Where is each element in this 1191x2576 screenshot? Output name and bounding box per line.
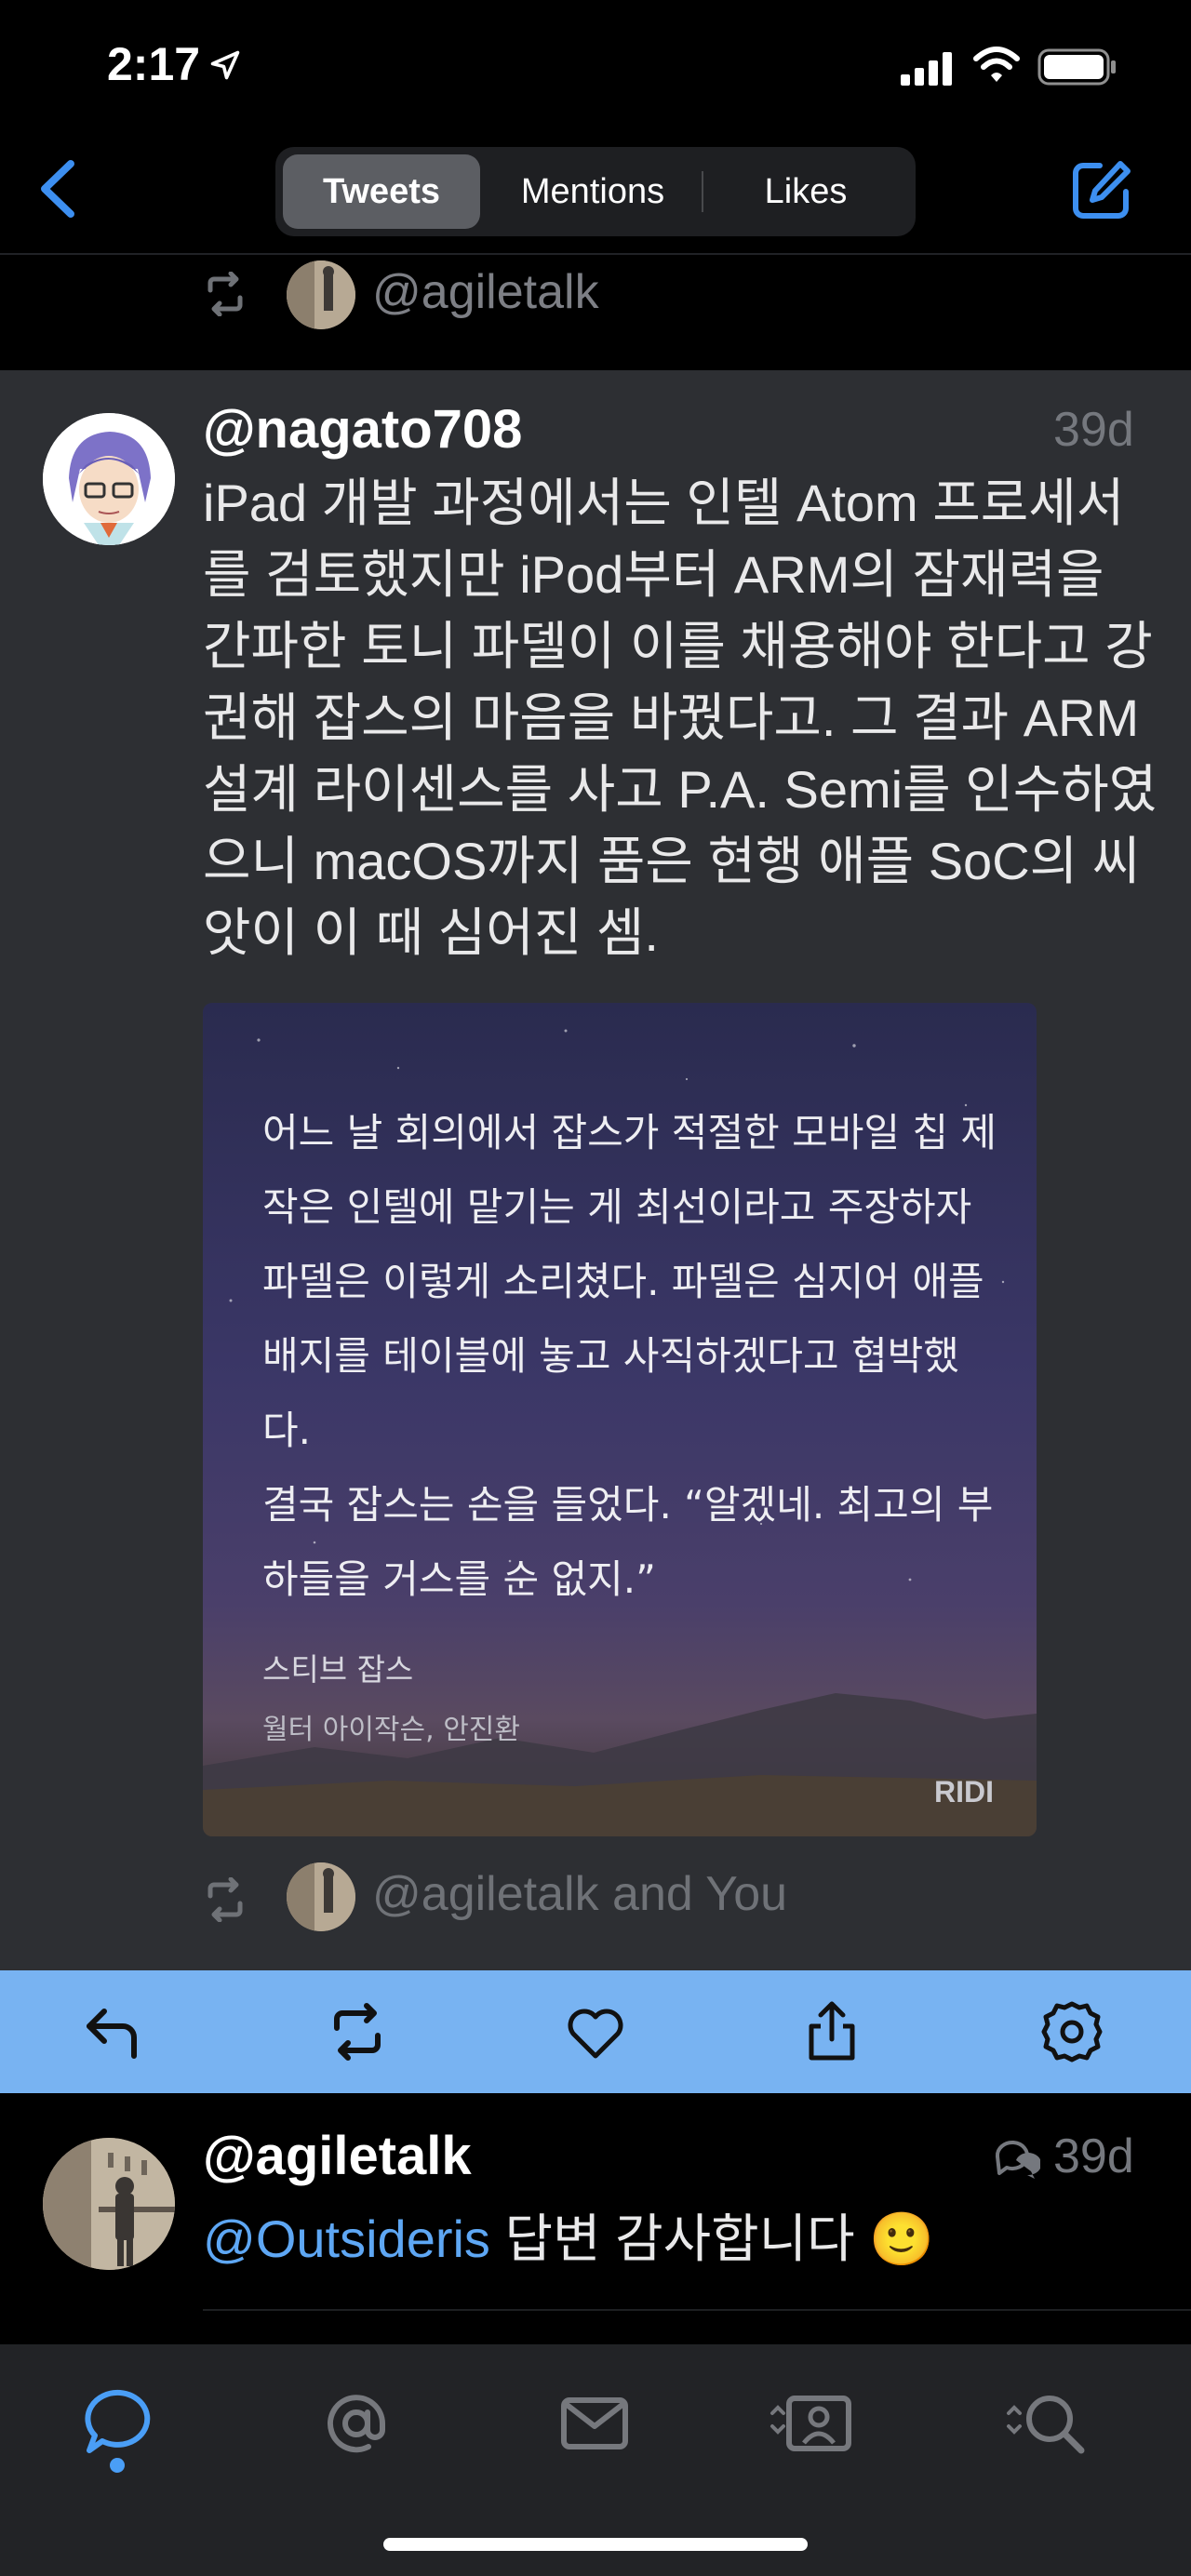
heart-icon[interactable] — [562, 1998, 629, 2065]
reply-icon[interactable] — [80, 1998, 147, 2065]
gear-icon[interactable] — [1038, 1998, 1105, 2065]
status-time: 2:17 — [107, 38, 201, 90]
book-quote-image[interactable]: 어느 날 회의에서 잡스가 적절한 모바일 칩 제작은 인텔에 맡기는 게 최선… — [203, 1003, 1037, 1836]
search-icon[interactable] — [1005, 2382, 1089, 2465]
tweet-text: @Outsideris 답변 감사합니다 🙂 — [203, 2197, 934, 2273]
tweet-username[interactable]: @nagato708 — [203, 398, 522, 460]
quote-text: 어느 날 회의에서 잡스가 적절한 모바일 칩 제작은 인텔에 맡기는 게 최선… — [262, 1110, 997, 1602]
tab-tweets[interactable]: Tweets — [283, 154, 480, 229]
tab-likes[interactable]: Likes — [703, 154, 908, 229]
tab-mentions[interactable]: Mentions — [488, 154, 698, 229]
retweet-icon[interactable] — [324, 1998, 391, 2065]
ridi-logo: RIDI — [934, 1775, 994, 1809]
avatar-agiletalk-small[interactable] — [287, 1862, 355, 1931]
at-sign-icon[interactable] — [314, 2382, 398, 2465]
chat-bubble-icon[interactable] — [78, 2382, 162, 2465]
avatar-agiletalk-small[interactable] — [287, 260, 355, 329]
wifi-icon — [973, 47, 1020, 82]
retweeted-by-text: @agiletalk and You — [372, 1867, 788, 1921]
home-indicator[interactable] — [383, 2538, 808, 2551]
tweet-action-bar — [0, 1970, 1191, 2093]
tweet-body: 답변 감사합니다 🙂 — [489, 2209, 934, 2268]
tweet-username[interactable]: @agiletalk — [203, 2125, 472, 2187]
tweet-timestamp: 39d — [1053, 403, 1134, 457]
share-icon[interactable] — [798, 1998, 865, 2065]
profile-card-icon[interactable] — [769, 2382, 852, 2465]
retweeted-by-text: @agiletalk — [372, 265, 599, 319]
quote-book-author: 월터 아이작슨, 안진환 — [262, 1714, 521, 1746]
back-button[interactable] — [32, 156, 87, 221]
retweet-icon — [207, 1877, 243, 1922]
tweet-timestamp: 39d — [1053, 2129, 1134, 2183]
envelope-icon[interactable] — [553, 2382, 636, 2465]
avatar-agiletalk[interactable] — [43, 2138, 175, 2270]
avatar-nagato708[interactable] — [43, 413, 175, 545]
conversation-icon — [995, 2141, 1040, 2179]
location-arrow-icon — [210, 50, 240, 80]
nav-divider — [0, 253, 1191, 255]
cellular-signal-icon — [901, 52, 952, 86]
tweet-divider — [203, 2309, 1191, 2311]
compose-button[interactable] — [1068, 158, 1133, 223]
selected-tab-indicator — [110, 2458, 125, 2473]
mention-link[interactable]: @Outsideris — [203, 2209, 490, 2268]
retweet-icon — [207, 272, 243, 316]
battery-icon — [1037, 48, 1116, 86]
timeline-segmented-control: Tweets Mentions Likes — [275, 147, 916, 236]
quote-book-title: 스티브 잡스 — [262, 1651, 414, 1688]
tweet-text: iPad 개발 과정에서는 인텔 Atom 프로세서를 검토했지만 iPod부터… — [203, 474, 1158, 962]
